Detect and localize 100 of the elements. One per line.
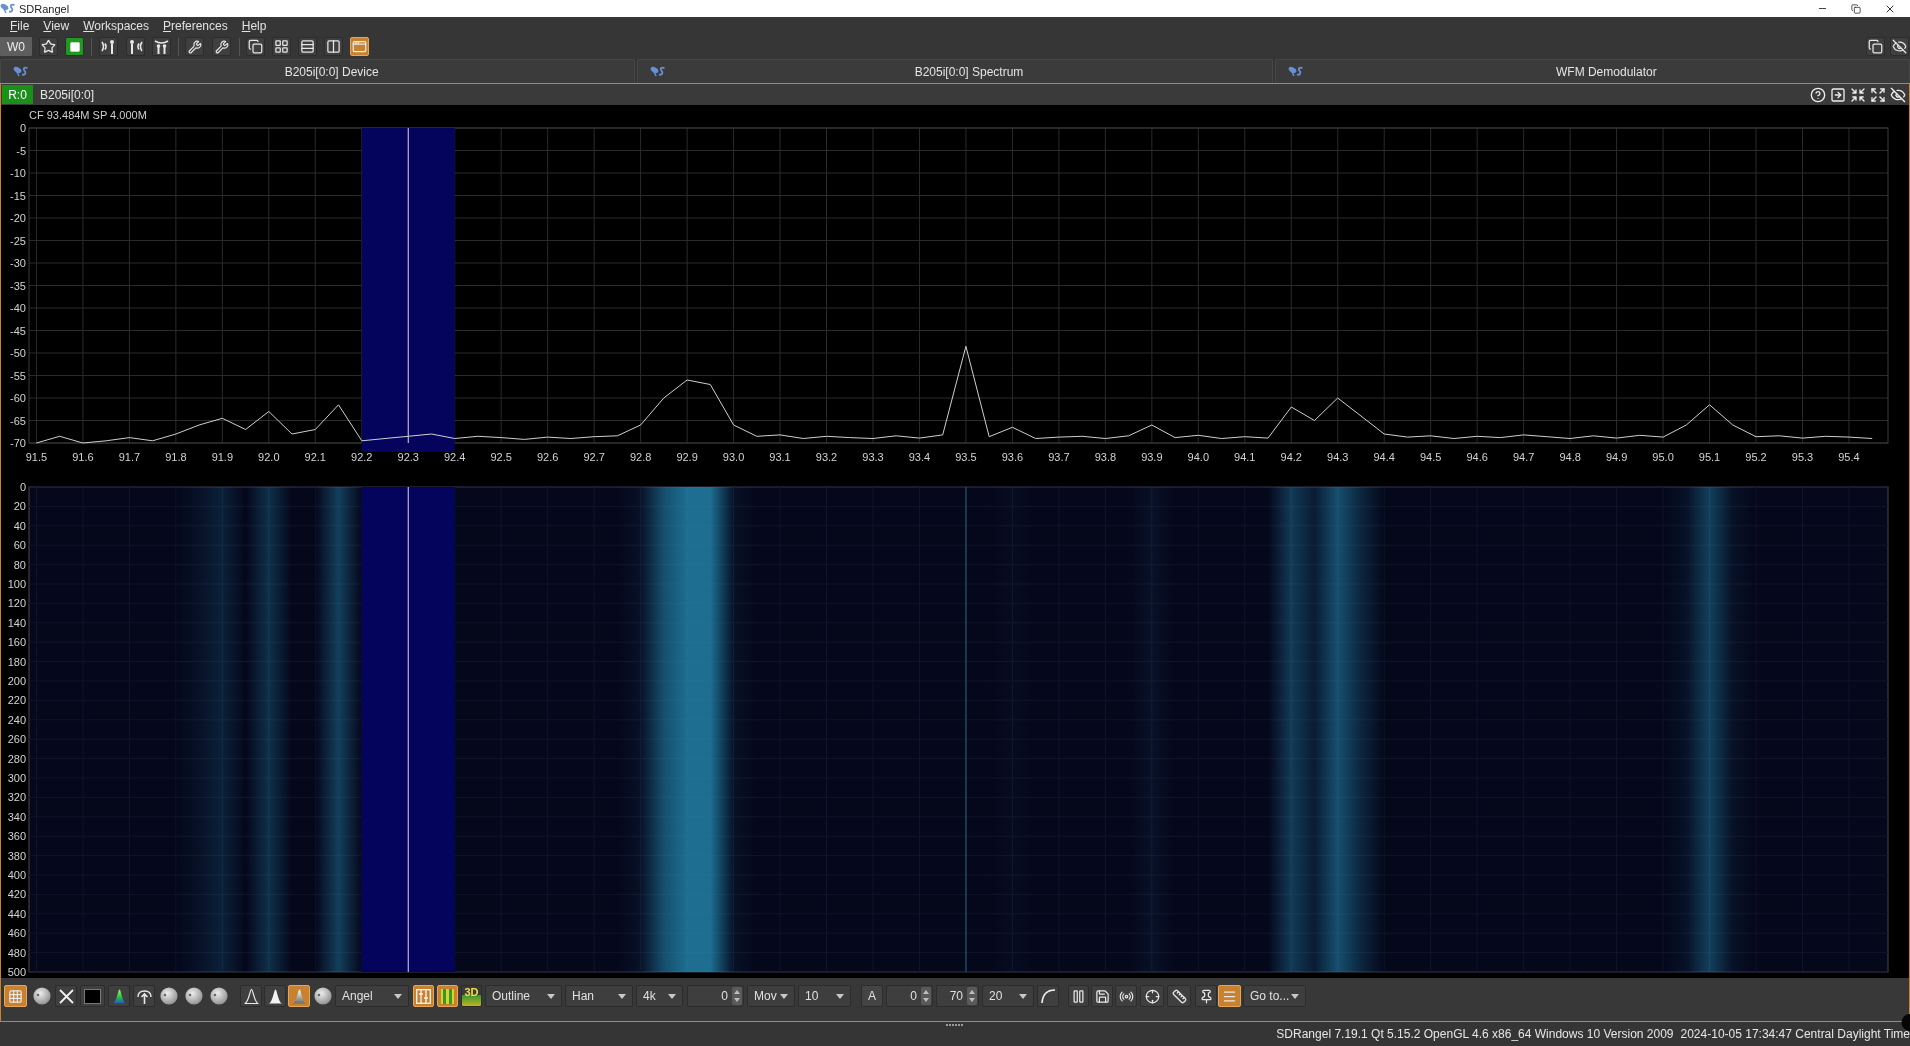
caret-icon: [618, 993, 626, 999]
eye-off-icon: [1889, 86, 1906, 103]
columns-icon: [326, 39, 341, 54]
spin-box[interactable]: 0: [687, 985, 744, 1007]
peak-button[interactable]: [264, 985, 286, 1007]
dropdown[interactable]: 10: [798, 985, 851, 1007]
peak-button[interactable]: [108, 985, 130, 1007]
menu-item[interactable]: View: [36, 17, 77, 35]
axis-label: 260: [7, 733, 26, 746]
caret-icon: [394, 993, 402, 999]
axis-label: -55: [10, 369, 26, 382]
dropdown[interactable]: Go to...: [1243, 985, 1306, 1007]
axis-label: 60: [13, 539, 26, 552]
detach-button[interactable]: [1828, 85, 1847, 104]
axis-label: -20: [10, 212, 26, 224]
expand-button[interactable]: [1868, 85, 1887, 104]
split-button[interactable]: [324, 37, 343, 56]
bars-button[interactable]: [413, 985, 434, 1007]
axis-label: 440: [7, 907, 26, 920]
axis-label: 93.6: [1001, 451, 1024, 463]
up-arrow-button[interactable]: [133, 985, 155, 1007]
wrench-button[interactable]: [212, 37, 231, 56]
app-logo-icon: [13, 66, 29, 77]
pause-button[interactable]: [1068, 985, 1089, 1007]
add-receiver-button[interactable]: [99, 37, 118, 56]
axis-label: 94.5: [1420, 451, 1442, 463]
axis-label: 91.6: [72, 451, 94, 463]
dropdown[interactable]: Mov: [747, 985, 795, 1007]
dial-knob[interactable]: [210, 987, 228, 1005]
hide-button[interactable]: [1888, 85, 1907, 104]
grip-handle-icon[interactable]: [946, 1024, 964, 1027]
menu-item[interactable]: File: [3, 17, 37, 35]
grid-button[interactable]: [4, 985, 27, 1007]
dropdown[interactable]: 20: [982, 985, 1034, 1007]
menu-icon: [1222, 988, 1237, 1004]
axis-label: 94.7: [1512, 451, 1535, 463]
dial-knob[interactable]: [314, 987, 332, 1005]
menu-item[interactable]: Workspaces: [76, 17, 156, 35]
axis-label: 92.3: [397, 451, 419, 463]
dropdown[interactable]: Angel: [335, 985, 409, 1007]
stripes-icon: [441, 988, 454, 1004]
wrench-button[interactable]: [185, 37, 204, 56]
auto-scale-button[interactable]: A: [861, 985, 883, 1007]
axis-label: 93.3: [862, 451, 884, 463]
caret-icon: [836, 993, 844, 999]
dropdown[interactable]: 4k: [636, 985, 683, 1007]
dropdown[interactable]: Han: [565, 985, 633, 1007]
curve-button[interactable]: [1037, 985, 1059, 1007]
axis-label: 92.7: [583, 451, 605, 463]
help-button[interactable]: [1808, 85, 1827, 104]
overlapping-squares-icon: [248, 39, 263, 54]
axis-label: 92.0: [258, 451, 280, 463]
axis-label: -15: [10, 189, 26, 202]
stack-button[interactable]: [298, 37, 317, 56]
broadcast-button[interactable]: [1115, 985, 1137, 1007]
dropdown[interactable]: Outline: [485, 985, 562, 1007]
window-button[interactable]: [350, 37, 369, 56]
axis-label: 94.6: [1466, 451, 1488, 463]
cascade-button[interactable]: [246, 37, 265, 56]
add-transmitter-button[interactable]: [126, 37, 145, 56]
tile-button[interactable]: [272, 37, 291, 56]
spin-box[interactable]: 70: [936, 985, 979, 1007]
axis-label: 320: [7, 791, 26, 804]
cross-button[interactable]: [55, 985, 77, 1007]
crosshair-button[interactable]: [1140, 985, 1164, 1007]
axis-label: 94.9: [1605, 451, 1628, 463]
axis-label: 92.1: [304, 451, 326, 463]
swatch-button[interactable]: [80, 985, 105, 1007]
subwindow-title: B205i[0:0] Device: [283, 64, 380, 79]
dial-knob[interactable]: [160, 987, 178, 1005]
axis-label: 94.4: [1373, 451, 1395, 463]
menu-item[interactable]: Help: [234, 17, 274, 35]
workspace-button[interactable]: W0: [0, 37, 32, 56]
view-3d-button[interactable]: 3D: [461, 985, 482, 1007]
peak-outline-button[interactable]: [240, 985, 262, 1007]
peak-icon: [267, 988, 283, 1004]
acquisition-button[interactable]: [65, 37, 84, 56]
axis-label: 93.2: [815, 451, 838, 463]
axis-label: 460: [7, 927, 26, 940]
pin-button[interactable]: [1195, 985, 1217, 1007]
antenna-waves-icon: [101, 39, 116, 54]
device-name: B205i[0:0]: [40, 87, 95, 102]
hide-button[interactable]: [1890, 37, 1909, 56]
axis-label: -45: [10, 324, 26, 337]
windows-button[interactable]: [1866, 37, 1885, 56]
favorite-button[interactable]: [39, 37, 58, 56]
dial-knob[interactable]: [185, 987, 203, 1005]
axis-label: 160: [7, 636, 26, 649]
curve-icon: [1041, 989, 1055, 1003]
axis-label: 92.2: [351, 451, 373, 463]
dial-knob[interactable]: [33, 987, 51, 1005]
save-button[interactable]: [1091, 985, 1113, 1007]
axis-label: 180: [7, 655, 26, 668]
axis-label: 120: [7, 597, 26, 610]
ruler-button[interactable]: [1167, 985, 1191, 1007]
menu-item[interactable]: Preferences: [156, 17, 235, 35]
axis-label: 200: [7, 675, 26, 687]
add-mimo-button[interactable]: [152, 37, 171, 56]
axis-label: 93.0: [722, 451, 745, 463]
spin-box[interactable]: 0: [886, 985, 933, 1007]
